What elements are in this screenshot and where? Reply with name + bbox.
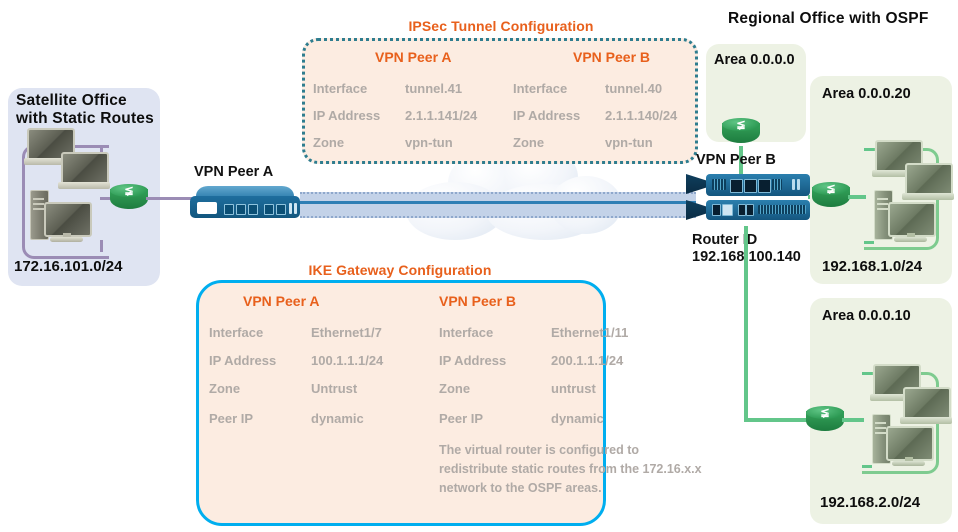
ipsec-peer-b-key-2: Zone bbox=[513, 135, 545, 150]
ipsec-peer-b-title: VPN Peer B bbox=[573, 49, 651, 65]
ike-peer-a-key-1: IP Address bbox=[209, 353, 277, 368]
satellite-router-to-peer-a-link bbox=[146, 197, 192, 200]
ike-peer-b-key-0: Interface bbox=[439, 325, 494, 340]
ipsec-peer-a-title: VPN Peer A bbox=[375, 49, 452, 65]
ike-peer-b-value-2: untrust bbox=[551, 381, 596, 396]
ike-peer-a-title: VPN Peer A bbox=[243, 293, 320, 309]
ospf-area-0-router-icon: ≨ bbox=[722, 118, 760, 148]
ipsec-tunnel-centerline bbox=[300, 201, 696, 204]
ipsec-peer-a-value-1: 2.1.1.141/24 bbox=[405, 108, 478, 123]
ipsec-peer-a-value-0: tunnel.41 bbox=[405, 81, 463, 96]
network-diagram-canvas: Satellite Office with Static Routes ≨ 17… bbox=[0, 0, 958, 532]
ipsec-peer-b-value-1: 2.1.1.140/24 bbox=[605, 108, 678, 123]
satellite-subnet-label: 172.16.101.0/24 bbox=[14, 258, 123, 275]
satellite-lan-stub-bottom bbox=[100, 240, 103, 252]
regional-office-heading: Regional Office with OSPF bbox=[728, 10, 929, 27]
ike-peer-a-value-0: Ethernet1/7 bbox=[311, 325, 382, 340]
ipsec-peer-b-value-0: tunnel.40 bbox=[605, 81, 663, 96]
ike-peer-a-value-1: 100.1.1.1/24 bbox=[311, 353, 384, 368]
area20-lan-stub-bottom bbox=[864, 241, 874, 244]
satellite-laptop-2 bbox=[58, 152, 110, 190]
satellite-router-icon: ≨ bbox=[110, 184, 148, 214]
ike-peer-b-key-1: IP Address bbox=[439, 353, 507, 368]
peer-b-to-area10-vertical-link bbox=[744, 226, 748, 422]
ike-peer-b-note: The virtual router is configured to redi… bbox=[439, 443, 702, 495]
area10-subnet-label: 192.168.2.0/24 bbox=[820, 494, 921, 511]
peer-b-to-area10-horizontal-link bbox=[744, 418, 812, 422]
ike-peer-b-title: VPN Peer B bbox=[439, 293, 517, 309]
ike-config-title: IKE Gateway Configuration bbox=[308, 262, 492, 278]
ike-peer-b-key-2: Zone bbox=[439, 381, 471, 396]
ospf-area-10-router-icon: ≨ bbox=[806, 406, 844, 436]
ipsec-tunnel-band bbox=[300, 192, 696, 218]
ipsec-peer-a-key-0: Interface bbox=[313, 81, 368, 96]
vpn-peer-b-label: VPN Peer B bbox=[696, 152, 776, 168]
ike-peer-b-value-3: dynamic bbox=[551, 411, 604, 426]
area20-desktop bbox=[874, 190, 936, 244]
area10-lan-stub-bottom bbox=[862, 465, 872, 468]
ospf-area-20-label: Area 0.0.0.20 bbox=[822, 86, 911, 102]
ipsec-peer-a-value-2: vpn-tun bbox=[405, 135, 453, 150]
area10-desktop bbox=[872, 414, 934, 468]
ike-peer-a-value-3: dynamic bbox=[311, 411, 364, 426]
vpn-peer-a-label: VPN Peer A bbox=[194, 164, 274, 180]
ike-peer-a-key-3: Peer IP bbox=[209, 411, 254, 426]
ike-peer-a-value-2: Untrust bbox=[311, 381, 358, 396]
ike-peer-b-value-1: 200.1.1.1/24 bbox=[551, 353, 624, 368]
vpn-peer-b-firewall-icon bbox=[686, 172, 810, 228]
satellite-desktop bbox=[30, 190, 92, 244]
ipsec-config-title: IPSec Tunnel Configuration bbox=[408, 18, 594, 34]
ipsec-peer-b-key-0: Interface bbox=[513, 81, 568, 96]
satellite-office-heading: Satellite Office with Static Routes bbox=[16, 92, 154, 127]
vpn-peer-a-firewall-icon bbox=[190, 186, 300, 220]
ospf-area-0-label: Area 0.0.0.0 bbox=[714, 52, 795, 68]
ike-peer-b-value-0: Ethernet1/11 bbox=[551, 325, 629, 340]
ipsec-peer-a-key-1: IP Address bbox=[313, 108, 381, 123]
ike-peer-a-key-2: Zone bbox=[209, 381, 241, 396]
ipsec-peer-a-key-2: Zone bbox=[313, 135, 345, 150]
ipsec-peer-b-key-1: IP Address bbox=[513, 108, 581, 123]
area10-router-to-lan-link bbox=[842, 418, 864, 422]
ipsec-config-box: VPN Peer A VPN Peer B Interface tunnel.4… bbox=[302, 38, 698, 164]
ike-peer-b-key-3: Peer IP bbox=[439, 411, 484, 426]
ike-peer-a-key-0: Interface bbox=[209, 325, 264, 340]
ospf-area-10-label: Area 0.0.0.10 bbox=[822, 308, 911, 324]
ike-config-box: VPN Peer A VPN Peer B Interface Ethernet… bbox=[196, 280, 702, 526]
ipsec-peer-b-value-2: vpn-tun bbox=[605, 135, 653, 150]
area20-subnet-label: 192.168.1.0/24 bbox=[822, 258, 923, 275]
ospf-area-20-router-icon: ≨ bbox=[812, 182, 850, 212]
